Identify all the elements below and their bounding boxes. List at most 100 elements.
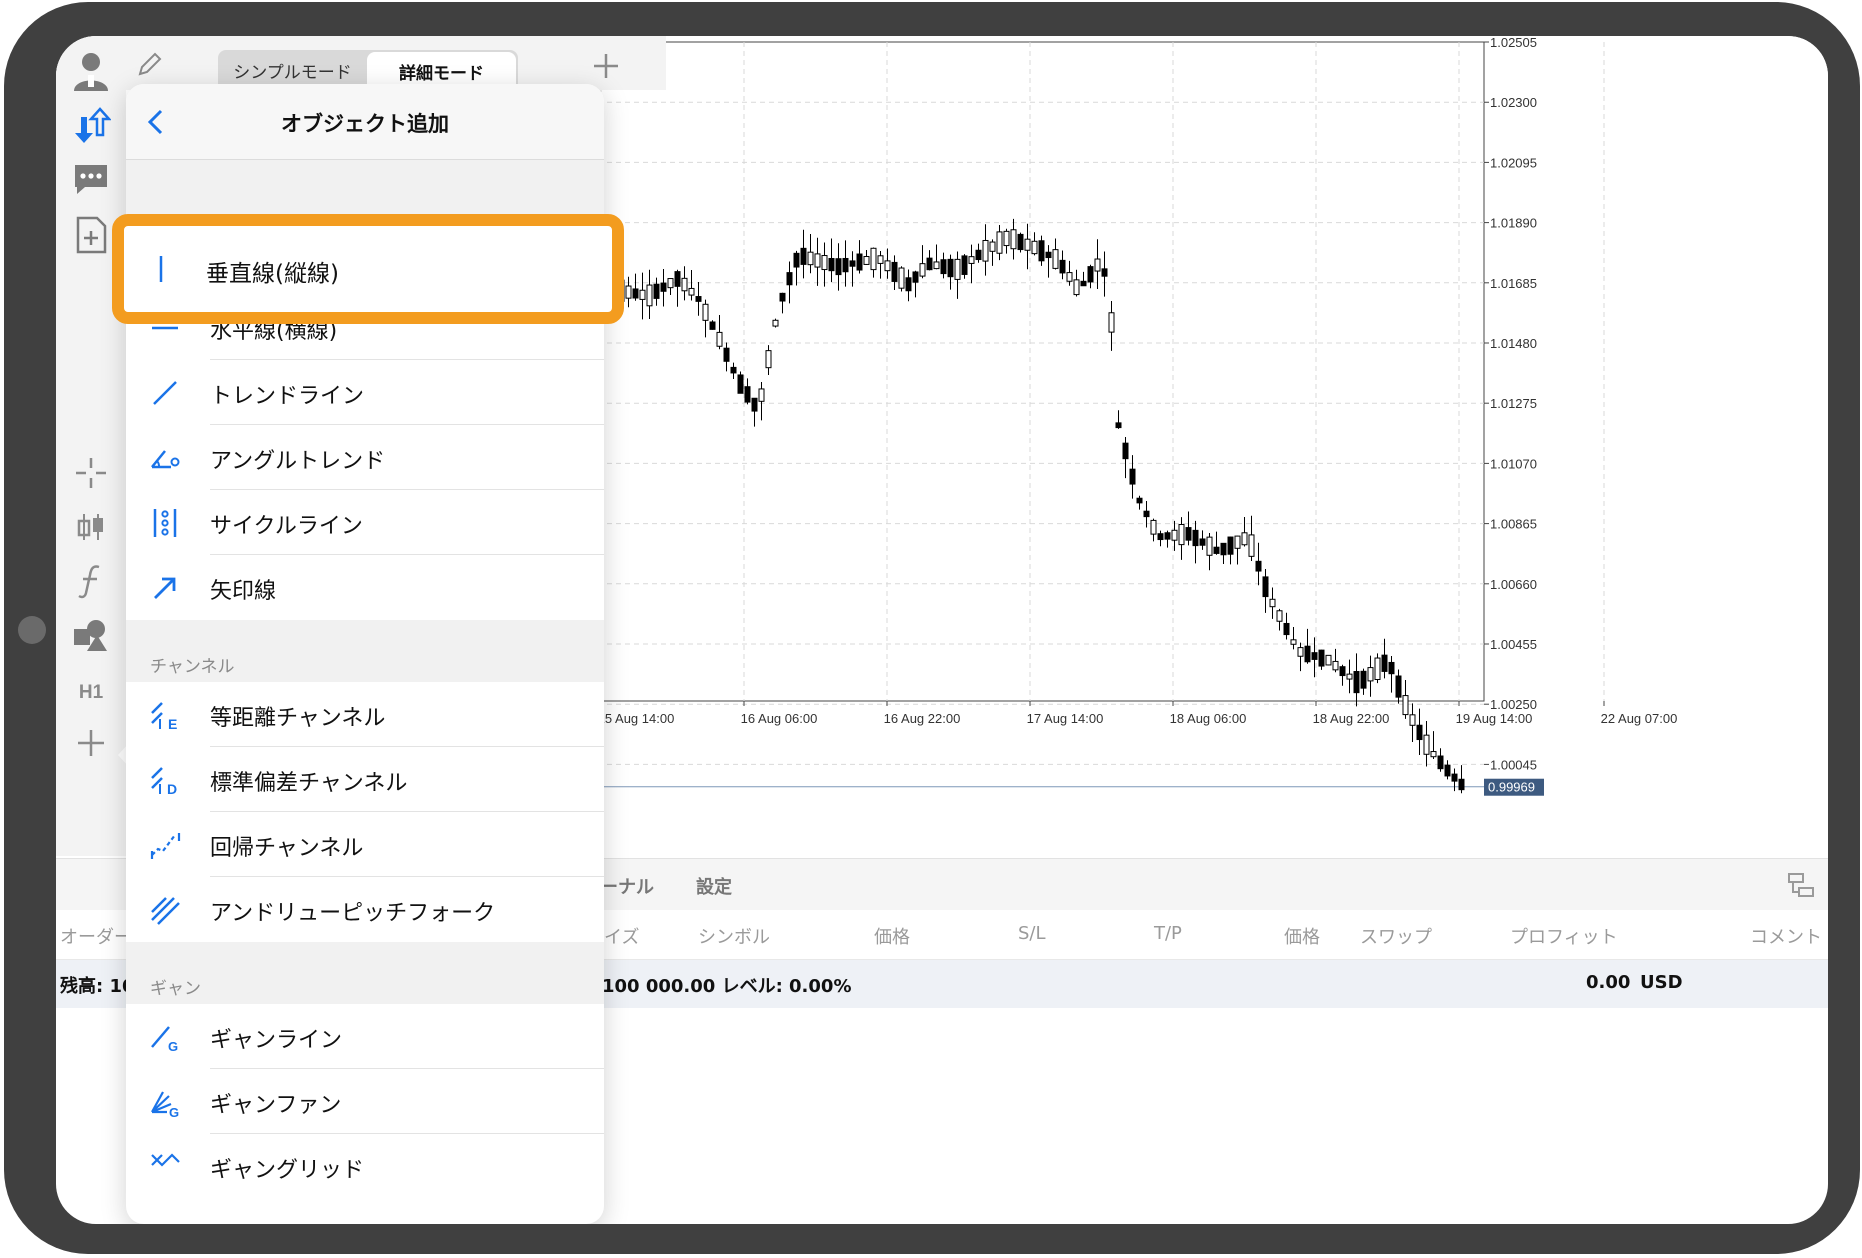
column-swap[interactable]: スワップ bbox=[1360, 923, 1432, 949]
column-current-price[interactable]: 価格 bbox=[1284, 923, 1320, 949]
timeframe-label: H1 bbox=[78, 682, 104, 703]
timeframe-button[interactable]: H1 bbox=[62, 668, 120, 718]
column-profit[interactable]: プロフィット bbox=[1510, 923, 1618, 949]
candle-body bbox=[632, 288, 639, 299]
list-item-gann-line[interactable]: G ギャンライン bbox=[126, 1004, 604, 1069]
crosshair-icon[interactable] bbox=[62, 448, 120, 498]
candle-body bbox=[1059, 259, 1066, 274]
column-order[interactable]: オーダー bbox=[60, 923, 132, 949]
time-tick-label: 15 Aug 14:00 bbox=[598, 711, 675, 726]
tab-settings[interactable]: 設定 bbox=[696, 873, 732, 899]
candlestick-icon[interactable] bbox=[62, 502, 120, 552]
popover-title: オブジェクト追加 bbox=[281, 112, 449, 136]
candle-body bbox=[1374, 657, 1381, 680]
list-item-trendline[interactable]: トレンドライン bbox=[126, 360, 604, 425]
candle-body bbox=[1157, 533, 1164, 541]
chat-icon[interactable] bbox=[62, 154, 120, 204]
balance-profit: 0.00 bbox=[1586, 972, 1631, 993]
candle-body bbox=[1045, 251, 1052, 259]
candle-body bbox=[1444, 764, 1451, 777]
time-tick-label: 17 Aug 14:00 bbox=[1027, 711, 1104, 726]
column-price[interactable]: 価格 bbox=[874, 923, 910, 949]
candle-body bbox=[653, 283, 660, 299]
candle-body bbox=[744, 386, 751, 403]
candle-body bbox=[1269, 598, 1276, 608]
highlighted-vertical-line-item[interactable]: 垂直線(縦線) bbox=[112, 214, 624, 324]
candle-body bbox=[1325, 654, 1332, 666]
balance-prefix: 残高: 10 bbox=[60, 976, 135, 997]
list-item-angle-trend[interactable]: アングルトレンド bbox=[126, 425, 604, 490]
candle-body bbox=[1430, 751, 1437, 758]
candle-body bbox=[961, 255, 968, 275]
list-item-label: 矢印線 bbox=[210, 579, 277, 604]
candle-body bbox=[1024, 238, 1031, 251]
candle-body bbox=[982, 239, 989, 262]
candle-body bbox=[975, 249, 982, 261]
popover-header: オブジェクト追加 bbox=[126, 84, 604, 160]
price-tick-label: 1.01890 bbox=[1490, 216, 1537, 231]
column-symbol[interactable]: シンボル bbox=[698, 923, 770, 949]
price-tick-label: 1.01480 bbox=[1490, 336, 1537, 351]
svg-text:D: D bbox=[167, 781, 177, 796]
panel-layout-icon[interactable] bbox=[1786, 871, 1816, 903]
candle-body bbox=[1297, 647, 1304, 657]
list-item-label: 回帰チャンネル bbox=[210, 836, 364, 861]
candle-body bbox=[1248, 534, 1255, 557]
home-indicator-dot bbox=[18, 616, 46, 644]
app-screen: 1.02505 1.02300 1.02095 1.01890 1.01685 1.014… bbox=[56, 36, 1828, 1224]
candle-body bbox=[1227, 536, 1234, 555]
list-item-cycle-lines[interactable]: サイクルライン bbox=[126, 490, 604, 555]
time-tick-label: 16 Aug 06:00 bbox=[741, 711, 818, 726]
candle-body bbox=[856, 253, 863, 271]
candle-body bbox=[758, 388, 765, 402]
price-tick-label: 1.00455 bbox=[1490, 637, 1537, 652]
list-item-andrews-pitchfork[interactable]: アンドリューピッチフォーク bbox=[126, 877, 604, 942]
candle-body bbox=[940, 259, 947, 275]
balance-summary: 100 000.00 レベル: 0.00% bbox=[602, 976, 852, 997]
pencil-icon[interactable] bbox=[130, 44, 170, 84]
svg-text:G: G bbox=[169, 1105, 179, 1118]
channel-section-header: チャンネル bbox=[126, 620, 604, 682]
list-item-arrow-line[interactable]: 矢印線 bbox=[126, 555, 604, 620]
add-tab-icon[interactable] bbox=[588, 48, 624, 84]
list-item-gann-fan[interactable]: G ギャンファン bbox=[126, 1069, 604, 1134]
candle-body bbox=[1094, 258, 1101, 272]
candle-body bbox=[1353, 671, 1360, 694]
function-icon[interactable] bbox=[62, 556, 120, 606]
add-icon[interactable] bbox=[62, 718, 120, 768]
candle-body bbox=[870, 247, 877, 271]
column-comment[interactable]: コメント bbox=[1750, 923, 1822, 949]
candle-body bbox=[1318, 649, 1325, 667]
list-item-equidistant-channel[interactable]: E 等距離チャンネル bbox=[126, 682, 604, 747]
objects-icon[interactable] bbox=[62, 610, 120, 660]
column-size[interactable]: イズ bbox=[604, 923, 639, 949]
account-icon[interactable] bbox=[62, 46, 120, 96]
candle-body bbox=[1122, 442, 1129, 460]
trade-icon[interactable] bbox=[62, 100, 120, 150]
candle-body bbox=[835, 258, 842, 276]
cycle-lines-icon bbox=[148, 506, 182, 540]
candle-body bbox=[1395, 675, 1402, 698]
list-item-stddev-channel[interactable]: D 標準偏差チャンネル bbox=[126, 747, 604, 812]
balance-currency: USD bbox=[1640, 972, 1683, 993]
tab-journal[interactable]: ーナル bbox=[600, 873, 654, 899]
candle-body bbox=[646, 284, 653, 307]
candle-body bbox=[905, 277, 912, 292]
candle-body bbox=[688, 287, 695, 296]
candle-body bbox=[1290, 639, 1297, 645]
candle-body bbox=[1213, 546, 1220, 554]
candle-body bbox=[1234, 535, 1241, 549]
candle-body bbox=[765, 350, 772, 369]
candle-body bbox=[1339, 666, 1346, 677]
column-tp[interactable]: T/P bbox=[1154, 923, 1182, 944]
list-item-gann-grid[interactable]: ギャングリッド bbox=[126, 1134, 604, 1199]
candle-body bbox=[1409, 714, 1416, 726]
candle-body bbox=[1416, 724, 1423, 741]
list-item-regression-channel[interactable]: 回帰チャンネル bbox=[126, 812, 604, 877]
candle-body bbox=[695, 296, 702, 302]
candle-body bbox=[1115, 422, 1122, 429]
candle-body bbox=[849, 260, 856, 267]
column-sl[interactable]: S/L bbox=[1018, 923, 1046, 944]
arrow-line-icon bbox=[148, 571, 182, 605]
candle-body bbox=[702, 303, 709, 321]
